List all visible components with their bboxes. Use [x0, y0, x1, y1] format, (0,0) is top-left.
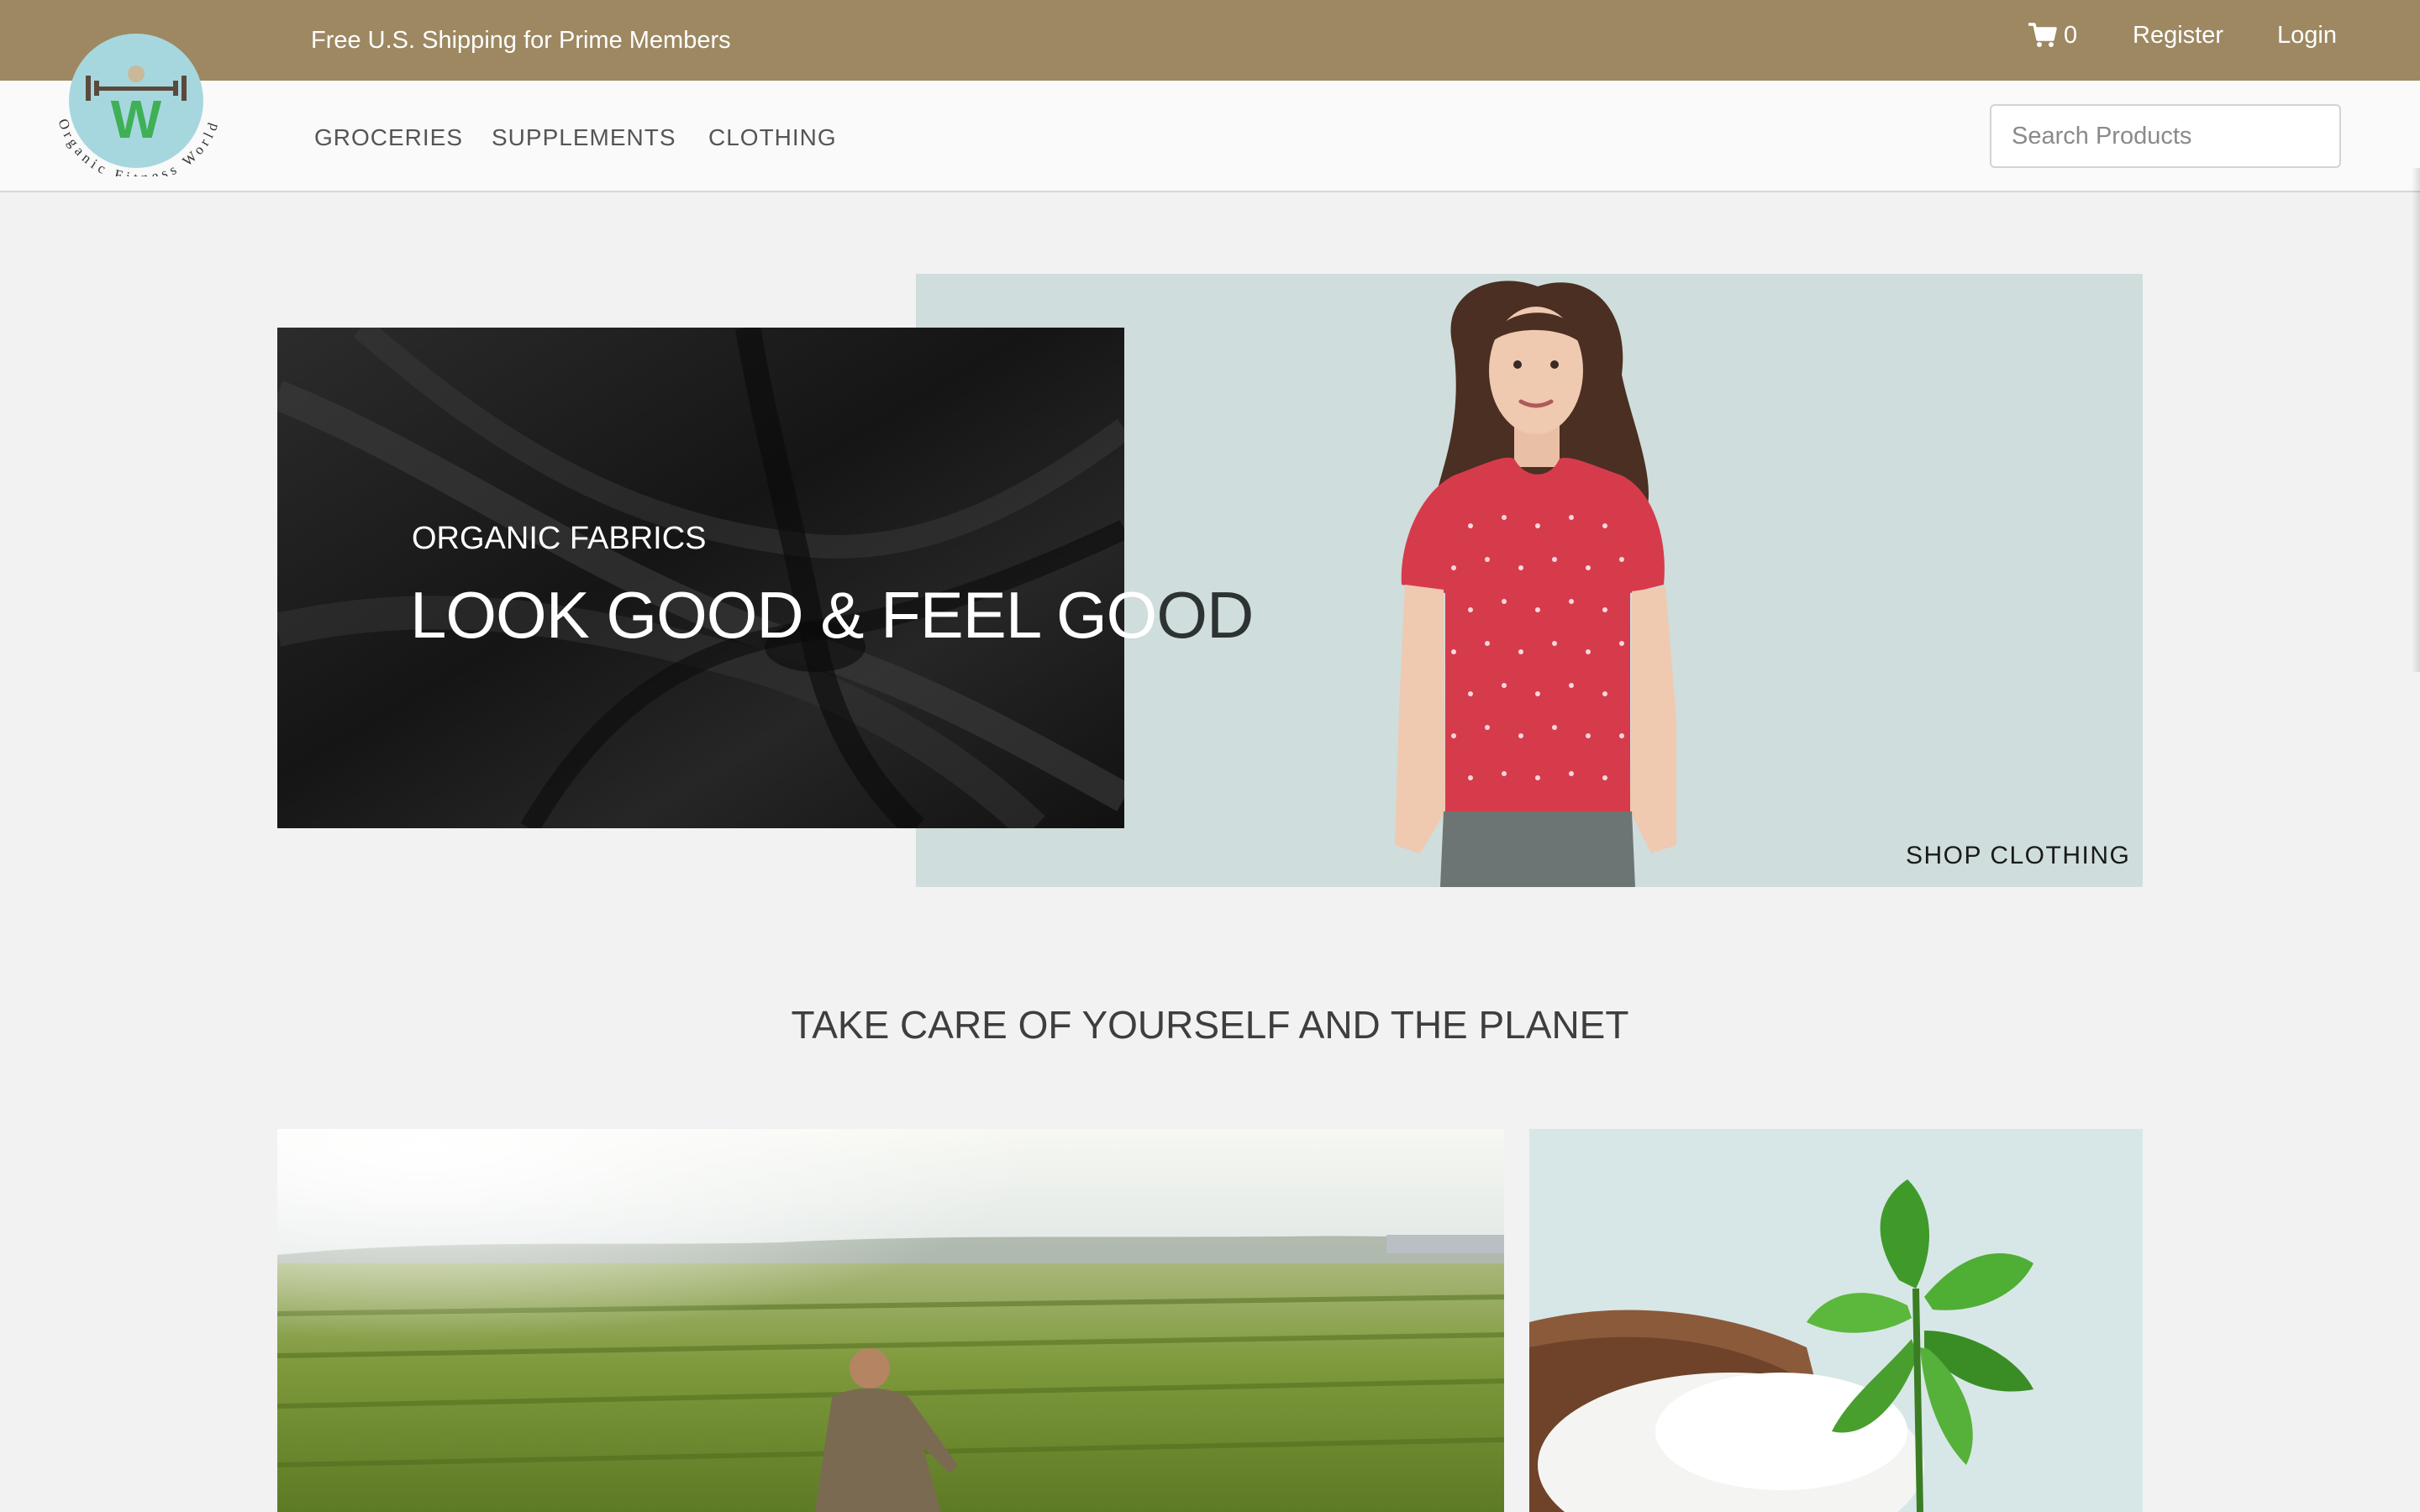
- main-nav: GROCERIES SUPPLEMENTS CLOTHING: [0, 81, 2420, 192]
- cart-count: 0: [2064, 21, 2078, 49]
- nav-clothing[interactable]: CLOTHING: [708, 123, 837, 153]
- farmer-in-field-image: [277, 1129, 1504, 1512]
- hero-headline-dark: OD: [1156, 578, 1254, 652]
- shipping-promo: Free U.S. Shipping for Prime Members: [311, 27, 731, 54]
- shop-clothing-link[interactable]: SHOP CLOTHING: [1906, 840, 2130, 872]
- scroll-edge-shadow: [2412, 168, 2420, 672]
- shopping-cart-icon: [2028, 23, 2057, 47]
- brand-logo[interactable]: W Organic Fitness World: [42, 15, 235, 176]
- cart-button[interactable]: 0: [2028, 20, 2077, 50]
- stevia-tile[interactable]: [1529, 1129, 2143, 1512]
- hero-headline: LOOK GOOD & FEEL GOOD: [410, 575, 1254, 655]
- hero-kicker: ORGANIC FABRICS: [412, 521, 707, 556]
- nav-supplements[interactable]: SUPPLEMENTS: [492, 123, 676, 153]
- farm-field-tile[interactable]: [277, 1129, 1504, 1512]
- login-link[interactable]: Login: [2277, 20, 2337, 50]
- section-tagline: TAKE CARE OF YOURSELF AND THE PLANET: [791, 1003, 1629, 1047]
- stevia-plant-image: [1529, 1129, 2143, 1512]
- hero-headline-light: LOOK GOOD & FEEL GO: [410, 578, 1157, 652]
- top-bar: Free U.S. Shipping for Prime Members 0 R…: [0, 0, 2420, 81]
- nav-groceries[interactable]: GROCERIES: [314, 123, 463, 153]
- register-link[interactable]: Register: [2133, 20, 2223, 50]
- search-input[interactable]: [1990, 104, 2341, 168]
- logo-letter: W: [111, 89, 162, 150]
